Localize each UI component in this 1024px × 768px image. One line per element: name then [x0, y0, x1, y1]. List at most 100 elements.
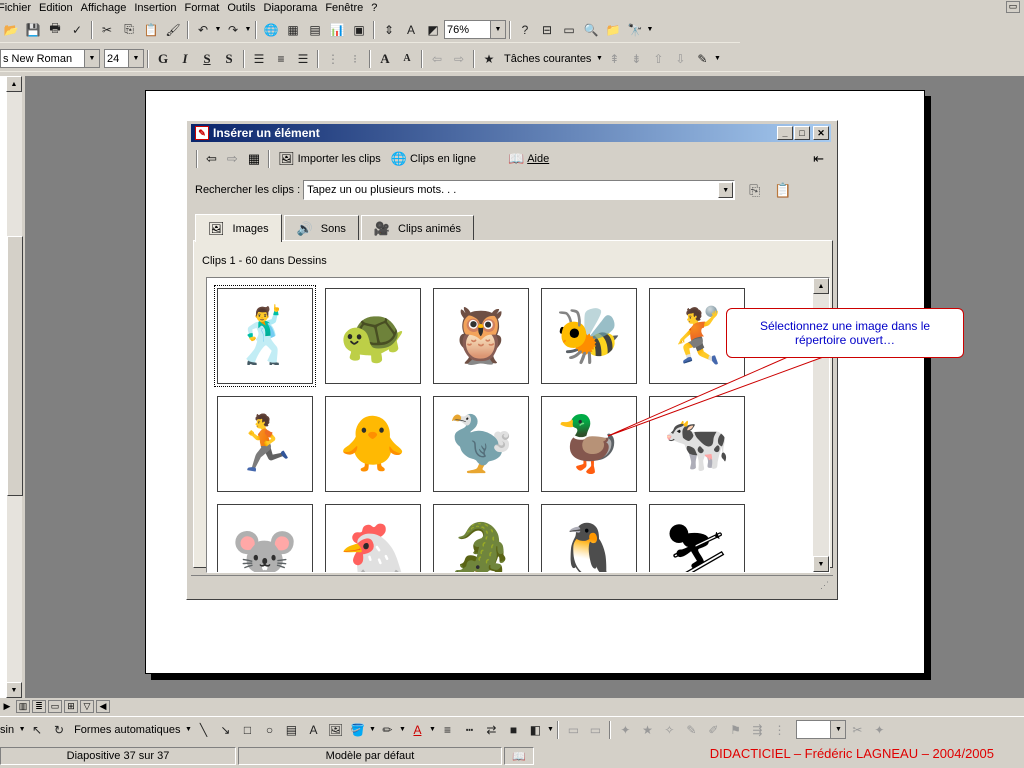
new-slide-icon[interactable]: ▣	[348, 20, 370, 40]
3d-icon[interactable]: ◧	[524, 720, 546, 740]
cut-icon[interactable]: ✂	[96, 20, 118, 40]
insert-clipart-icon[interactable]: 🖼	[324, 720, 346, 740]
scroll-down-icon[interactable]: ▼	[6, 682, 22, 698]
move-down-icon[interactable]: ⇩	[669, 49, 691, 69]
animation-effect-3-icon[interactable]: ✧	[658, 720, 680, 740]
demote-icon[interactable]: ⇨	[448, 49, 470, 69]
line-color-dropdown-icon[interactable]: ▼	[398, 726, 406, 733]
skier-clip[interactable]: ⛷	[649, 504, 745, 572]
design-icon[interactable]: ★	[478, 49, 500, 69]
save-icon[interactable]: 💾	[22, 20, 44, 40]
hyperlink-icon[interactable]: 🌐	[260, 20, 282, 40]
move-up-icon[interactable]: ⇧	[647, 49, 669, 69]
action-button-2-icon[interactable]: ▭	[584, 720, 606, 740]
autoshapes-dropdown-icon[interactable]: ▼	[184, 726, 192, 733]
scroll-up-icon[interactable]: ▲	[813, 278, 829, 294]
slideshow-icon[interactable]: ▽	[80, 699, 94, 713]
outline-scrollbar[interactable]: ▲ ▼	[6, 76, 23, 698]
decrease-spacing-icon[interactable]: ⇟	[625, 49, 647, 69]
scroll-right-small-icon[interactable]: ▶	[0, 699, 14, 713]
tab-images[interactable]: 🖼 Images	[195, 214, 282, 242]
show-formatting-icon[interactable]: A	[400, 20, 422, 40]
animation-effect-2-icon[interactable]: ★	[636, 720, 658, 740]
scroll-down-icon[interactable]: ▼	[813, 556, 829, 572]
common-tasks-button[interactable]: Tâches courantes	[500, 53, 595, 65]
copy-clip-icon[interactable]: ⎘	[749, 182, 760, 199]
bullets-icon[interactable]: ⁝	[344, 49, 366, 69]
zoom-select[interactable]: 76% ▼	[444, 20, 506, 39]
scroll-up-icon[interactable]: ▲	[6, 76, 22, 92]
duck-clip[interactable]: 🦆	[541, 396, 637, 492]
online-clips-button[interactable]: 🌐 Clips en ligne	[386, 148, 481, 170]
animation-order-select[interactable]: ▼	[796, 720, 847, 739]
action-button-1-icon[interactable]: ▭	[562, 720, 584, 740]
menu-format[interactable]: Format	[181, 0, 224, 16]
mouse-hat-clip[interactable]: 🐭	[217, 504, 313, 572]
shadow-button[interactable]: S	[218, 49, 240, 69]
oval-icon[interactable]: ○	[258, 720, 280, 740]
zoom-dropdown-icon[interactable]: ▼	[490, 21, 505, 38]
menu-outils[interactable]: Outils	[223, 0, 259, 16]
crocodile-clip[interactable]: 🐊	[433, 504, 529, 572]
collapse-icon[interactable]: ⊟	[536, 20, 558, 40]
chicken-clip[interactable]: 🐔	[325, 504, 421, 572]
resize-grip-icon[interactable]: ⋰	[820, 580, 829, 591]
folder-icon[interactable]: 📁	[602, 20, 624, 40]
font-color-dropdown-icon[interactable]: ▼	[428, 726, 436, 733]
underline-button[interactable]: S	[196, 49, 218, 69]
arrow-icon[interactable]: ↘	[214, 720, 236, 740]
shadow-icon[interactable]: ■	[502, 720, 524, 740]
format-painter-icon[interactable]: 🖌	[162, 20, 184, 40]
fill-color-icon[interactable]: 🪣	[346, 720, 368, 740]
slide-icon[interactable]: ▭	[558, 20, 580, 40]
line-style-icon[interactable]: ≡	[436, 720, 458, 740]
draw-menu-button[interactable]: sin	[0, 724, 18, 736]
format-toolbar-options-icon[interactable]: ▼	[713, 55, 721, 62]
menu-diaporama[interactable]: Diaporama	[260, 0, 322, 16]
draw-dropdown-icon[interactable]: ▼	[18, 726, 26, 733]
free-rotate-icon[interactable]: ↻	[48, 720, 70, 740]
search-input[interactable]: Tapez un ou plusieurs mots. . . ▼	[303, 180, 736, 200]
common-tasks-dropdown-icon[interactable]: ▼	[595, 55, 603, 62]
slide-sorter-icon[interactable]: ⊞	[64, 699, 78, 713]
search-dropdown-icon[interactable]: ▼	[718, 182, 734, 198]
preview-icon[interactable]: 🔍	[580, 20, 602, 40]
fill-color-dropdown-icon[interactable]: ▼	[368, 726, 376, 733]
font-size-select[interactable]: 24 ▼	[104, 49, 144, 68]
dancing-man-clip[interactable]: 🕺	[214, 285, 316, 387]
align-right-icon[interactable]: ☰	[292, 49, 314, 69]
toolbar-options-icon[interactable]: ▼	[646, 26, 654, 33]
open-icon[interactable]: 📂	[0, 20, 22, 40]
bold-button[interactable]: G	[152, 49, 174, 69]
redo-dropdown-icon[interactable]: ▼	[244, 26, 252, 33]
drawing-options-icon[interactable]: ▼	[546, 726, 554, 733]
animation-effect-5-icon[interactable]: ✐	[702, 720, 724, 740]
menu-fichier[interactable]: Fichier	[0, 0, 35, 16]
grayscale-icon[interactable]: ◩	[422, 20, 444, 40]
menu-fenetre[interactable]: Fenêtre	[321, 0, 367, 16]
line-icon[interactable]: ╲	[192, 720, 214, 740]
binoculars-icon[interactable]: 🔭	[624, 20, 646, 40]
insert-table-icon[interactable]: ▤	[304, 20, 326, 40]
tab-clips-animes[interactable]: 🎥 Clips animés	[360, 215, 475, 241]
help-button[interactable]: 📖 Aide	[503, 148, 554, 170]
maximize-button[interactable]: □	[794, 126, 810, 140]
spellcheck-icon[interactable]: ✓	[66, 20, 88, 40]
animation-order-dropdown-icon[interactable]: ▼	[830, 721, 846, 738]
font-color-icon[interactable]: A	[406, 720, 428, 740]
animation-effect-1-icon[interactable]: ✦	[614, 720, 636, 740]
running-man-clip[interactable]: 🏃	[217, 396, 313, 492]
outline-view-icon[interactable]: ≣	[32, 699, 46, 713]
menu-edition[interactable]: Edition	[35, 0, 77, 16]
ostrich-clip[interactable]: 🦤	[433, 396, 529, 492]
all-categories-button[interactable]: ▦	[243, 148, 265, 170]
scroll-left-icon[interactable]: ◀	[96, 699, 110, 713]
copy-icon[interactable]: ⎘	[118, 20, 140, 40]
animation-effect-8-icon[interactable]: ⋮	[768, 720, 790, 740]
rectangle-icon[interactable]: □	[236, 720, 258, 740]
animation-effect-9-icon[interactable]: ✂	[846, 720, 868, 740]
upside-down-animal-clip[interactable]: 🐄	[649, 396, 745, 492]
italic-button[interactable]: I	[174, 49, 196, 69]
menu-affichage[interactable]: Affichage	[77, 0, 131, 16]
animation-effect-10-icon[interactable]: ✦	[868, 720, 890, 740]
